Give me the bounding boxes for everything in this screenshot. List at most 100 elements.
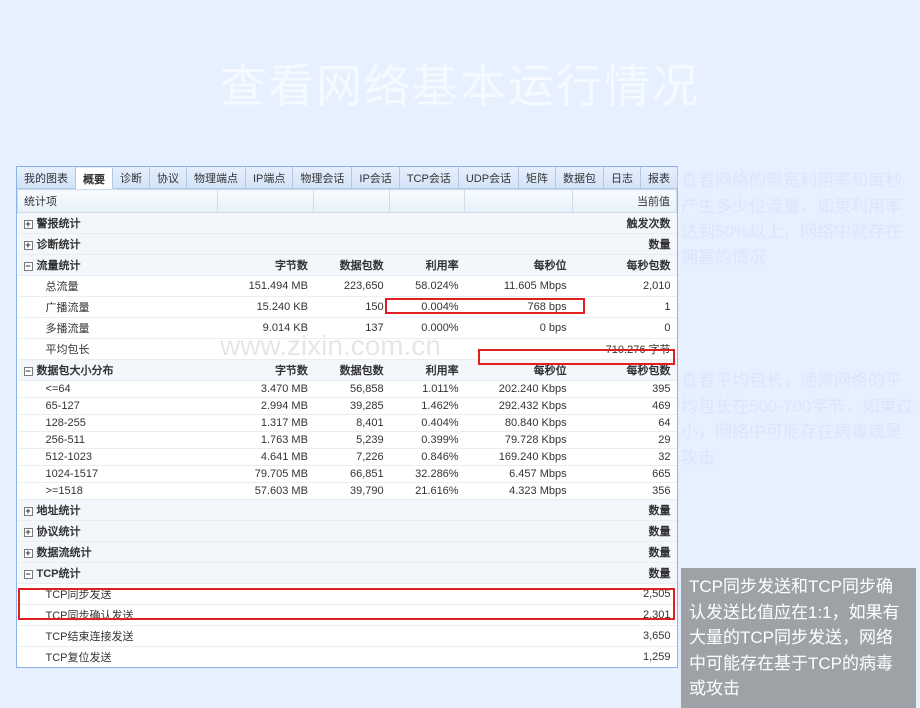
tab-tcp-session[interactable]: TCP会话	[400, 167, 459, 188]
tab-mychart[interactable]: 我的图表	[17, 167, 76, 188]
cell: 0.399%	[390, 432, 465, 449]
col-4[interactable]	[390, 190, 465, 213]
label-total: 总流量	[18, 276, 218, 297]
tab-ip-endpoint[interactable]: IP端点	[246, 167, 293, 188]
val-diag: 数量	[573, 234, 677, 255]
cell: 57.603 MB	[218, 483, 314, 500]
row-addr[interactable]: + 地址统计 数量	[18, 500, 677, 521]
val-addr: 数量	[573, 500, 677, 521]
tab-ip-session[interactable]: IP会话	[352, 167, 399, 188]
row-tcp-synack[interactable]: TCP同步确认发送 2,301	[18, 605, 677, 626]
tab-summary[interactable]: 概要	[76, 168, 113, 189]
cell: 292.432 Kbps	[465, 398, 573, 415]
label-tcp-synack: TCP同步确认发送	[18, 605, 218, 626]
row-flow[interactable]: +数据流统计 数量	[18, 542, 677, 563]
hdr-pps: 每秒包数	[573, 360, 677, 381]
dist-range: 1024-1517	[18, 466, 218, 483]
cell: 4.641 MB	[218, 449, 314, 466]
collapse-icon[interactable]: −	[24, 570, 33, 579]
collapse-icon[interactable]: −	[24, 367, 33, 376]
row-traffic[interactable]: −流量统计 字节数 数据包数 利用率 每秒位 每秒包数	[18, 255, 677, 276]
cell: 1.462%	[390, 398, 465, 415]
row-diag[interactable]: +诊断统计 数量	[18, 234, 677, 255]
col-3[interactable]	[314, 190, 390, 213]
val-tcp: 数量	[573, 563, 677, 584]
tab-udp-session[interactable]: UDP会话	[459, 167, 519, 188]
tab-packets[interactable]: 数据包	[556, 167, 604, 188]
row-tcp-rst[interactable]: TCP复位发送 1,259	[18, 647, 677, 668]
hdr-util: 利用率	[390, 255, 465, 276]
row-avglen[interactable]: 平均包长 710.276 字节	[18, 339, 677, 360]
cell: 0.004%	[390, 297, 465, 318]
dist-range: 256-511	[18, 432, 218, 449]
row-broadcast[interactable]: 广播流量 15.240 KB 150 0.004% 768 bps 1	[18, 297, 677, 318]
cell: 768 bps	[465, 297, 573, 318]
cell: 0.404%	[390, 415, 465, 432]
cell: 223,650	[314, 276, 390, 297]
cell: 3.470 MB	[218, 381, 314, 398]
row-proto[interactable]: +协议统计 数量	[18, 521, 677, 542]
tab-report[interactable]: 报表	[641, 167, 678, 188]
cell: 2,010	[573, 276, 677, 297]
row-dist-1[interactable]: 65-1272.994 MB39,2851.462%292.432 Kbps46…	[18, 398, 677, 415]
dist-range: 512-1023	[18, 449, 218, 466]
cell: 4.323 Mbps	[465, 483, 573, 500]
col-current-value[interactable]: 当前值	[573, 190, 677, 213]
row-tcp-fin[interactable]: TCP结束连接发送 3,650	[18, 626, 677, 647]
label-flow: 数据流统计	[37, 547, 92, 559]
col-5[interactable]	[465, 190, 573, 213]
tab-phys-endpoint[interactable]: 物理端点	[187, 167, 246, 188]
cell: 56,858	[314, 381, 390, 398]
label-proto: 协议统计	[37, 526, 81, 538]
cell: 665	[573, 466, 677, 483]
expand-icon[interactable]: +	[24, 241, 33, 250]
dist-range: >=1518	[18, 483, 218, 500]
row-tcp-syn[interactable]: TCP同步发送 2,505	[18, 584, 677, 605]
dist-range: <=64	[18, 381, 218, 398]
hdr-bps: 每秒位	[465, 255, 573, 276]
col-2[interactable]	[218, 190, 314, 213]
hdr-bytes: 字节数	[218, 255, 314, 276]
row-dist-0[interactable]: <=643.470 MB56,8581.011%202.240 Kbps395	[18, 381, 677, 398]
cell: 9.014 KB	[218, 318, 314, 339]
cell: 8,401	[314, 415, 390, 432]
row-dist-6[interactable]: >=151857.603 MB39,79021.616%4.323 Mbps35…	[18, 483, 677, 500]
label-alarm: 警报统计	[37, 218, 81, 230]
col-stat-item[interactable]: 统计项	[18, 190, 218, 213]
stats-table: 统计项 当前值 +警报统计 触发次数 +诊断统计 数量 −流量统计 字节数	[17, 189, 677, 667]
cell: 5,239	[314, 432, 390, 449]
row-pkt-dist[interactable]: −数据包大小分布 字节数 数据包数 利用率 每秒位 每秒包数	[18, 360, 677, 381]
note-bandwidth: 查看网络的带宽利用率和每秒产生多少位流量，如果利用率达到50%以上，网络中就存在…	[681, 168, 916, 270]
hdr-util: 利用率	[390, 360, 465, 381]
expand-icon[interactable]: +	[24, 507, 33, 516]
stats-table-wrap: 统计项 当前值 +警报统计 触发次数 +诊断统计 数量 −流量统计 字节数	[17, 189, 677, 667]
row-dist-2[interactable]: 128-2551.317 MB8,4010.404%80.840 Kbps64	[18, 415, 677, 432]
label-addr: 地址统计	[37, 505, 81, 517]
row-dist-5[interactable]: 1024-151779.705 MB66,85132.286%6.457 Mbp…	[18, 466, 677, 483]
cell: 6.457 Mbps	[465, 466, 573, 483]
row-total-traffic[interactable]: 总流量 151.494 MB 223,650 58.024% 11.605 Mb…	[18, 276, 677, 297]
row-dist-4[interactable]: 512-10234.641 MB7,2260.846%169.240 Kbps3…	[18, 449, 677, 466]
row-tcp[interactable]: −TCP统计 数量	[18, 563, 677, 584]
cell: 79.728 Kbps	[465, 432, 573, 449]
expand-icon[interactable]: +	[24, 528, 33, 537]
expand-icon[interactable]: +	[24, 549, 33, 558]
tab-diag[interactable]: 诊断	[113, 167, 150, 188]
tab-protocol[interactable]: 协议	[150, 167, 187, 188]
cell: 39,790	[314, 483, 390, 500]
row-dist-3[interactable]: 256-5111.763 MB5,2390.399%79.728 Kbps29	[18, 432, 677, 449]
stats-panel: 我的图表 概要 诊断 协议 物理端点 IP端点 物理会话 IP会话 TCP会话 …	[16, 166, 678, 668]
tab-phys-session[interactable]: 物理会话	[293, 167, 352, 188]
tab-matrix[interactable]: 矩阵	[519, 167, 556, 188]
cell: 64	[573, 415, 677, 432]
tab-bar: 我的图表 概要 诊断 协议 物理端点 IP端点 物理会话 IP会话 TCP会话 …	[17, 167, 677, 189]
tab-log[interactable]: 日志	[604, 167, 641, 188]
cell: 79.705 MB	[218, 466, 314, 483]
collapse-icon[interactable]: −	[24, 262, 33, 271]
cell: 202.240 Kbps	[465, 381, 573, 398]
expand-icon[interactable]: +	[24, 220, 33, 229]
row-multicast[interactable]: 多播流量 9.014 KB 137 0.000% 0 bps 0	[18, 318, 677, 339]
cell: 395	[573, 381, 677, 398]
row-alarm[interactable]: +警报统计 触发次数	[18, 213, 677, 234]
cell: 1.011%	[390, 381, 465, 398]
